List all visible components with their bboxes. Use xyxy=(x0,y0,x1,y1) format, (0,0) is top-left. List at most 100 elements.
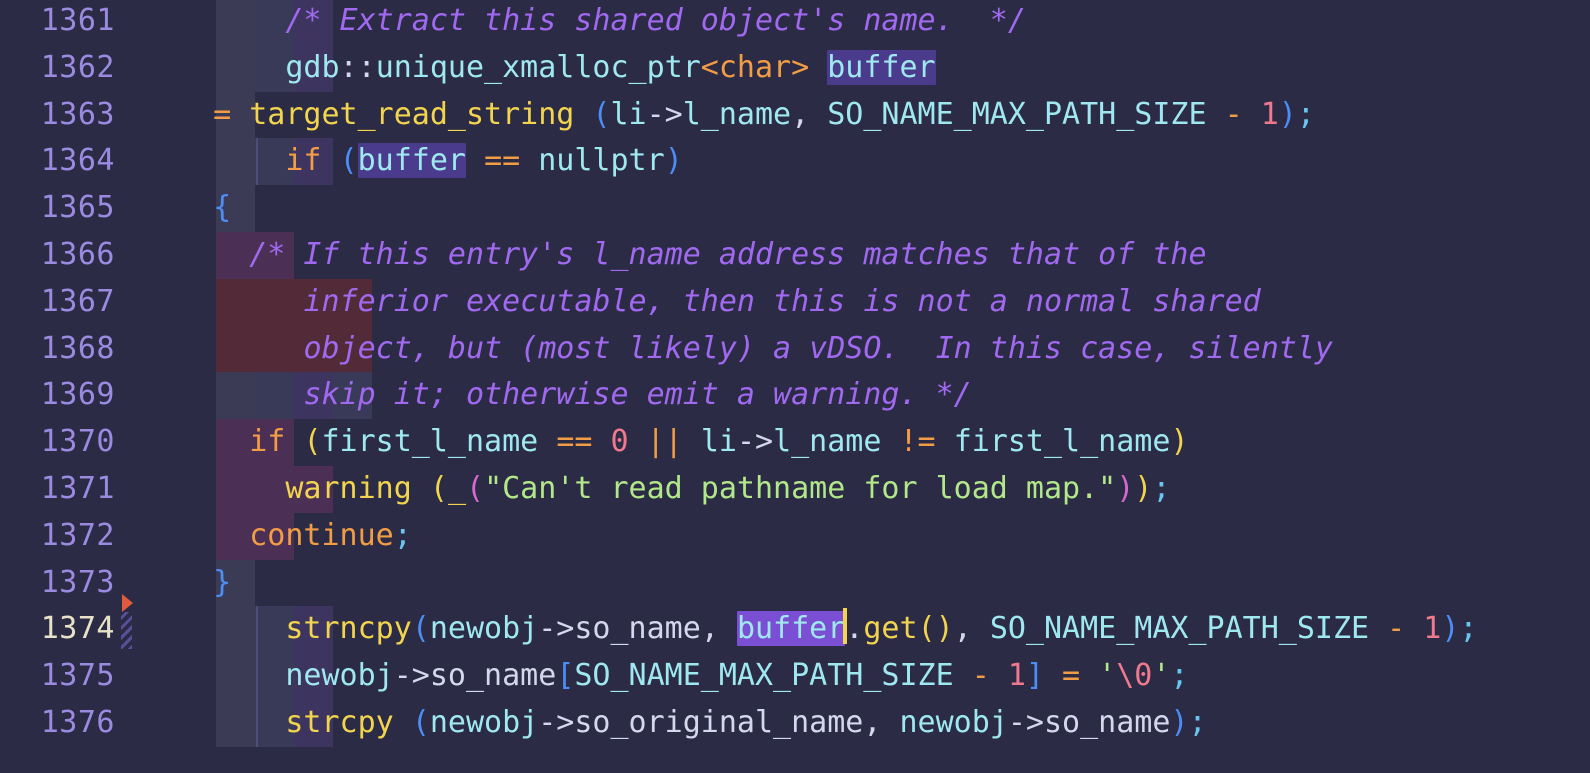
code-line[interactable]: { xyxy=(177,185,231,232)
line-number[interactable]: 1366 xyxy=(0,232,115,279)
code-line[interactable]: /* Extract this shared object's name. */ xyxy=(177,0,1026,45)
line-number[interactable]: 1367 xyxy=(0,279,115,326)
code-token: char xyxy=(718,49,792,85)
line-number[interactable]: 1369 xyxy=(0,372,115,419)
code-token: so_name xyxy=(1043,705,1171,740)
code-token: :: xyxy=(339,49,376,85)
line-number[interactable]: 1364 xyxy=(0,138,115,185)
code-line[interactable]: /* If this entry's l_name address matche… xyxy=(177,232,1207,279)
line-number[interactable]: 1365 xyxy=(0,185,115,232)
code-token: ; xyxy=(1152,471,1171,506)
code-token: != xyxy=(899,424,936,460)
code-token: 1 xyxy=(1007,658,1026,694)
code-token: = xyxy=(1062,658,1081,694)
code-token: ' xyxy=(1152,658,1171,694)
code-editor[interactable]: /* Extract this shared object's name. */… xyxy=(0,0,1590,773)
code-token: target_read_string xyxy=(249,96,575,132)
line-number[interactable]: 1368 xyxy=(0,326,115,373)
code-token: if xyxy=(285,143,322,179)
code-line[interactable]: strcpy (newobj->so_original_name, newobj… xyxy=(177,700,1207,747)
code-token: if xyxy=(249,424,286,460)
code-token: ( xyxy=(339,143,358,179)
triangle-right-icon[interactable] xyxy=(122,594,133,613)
line-number[interactable]: 1375 xyxy=(0,653,115,700)
code-token: > xyxy=(791,49,810,85)
code-line[interactable]: if (first_l_name == 0 || li->l_name != f… xyxy=(177,419,1189,466)
code-token: \0 xyxy=(1116,658,1153,694)
code-token: "Can't read pathname for load map." xyxy=(484,471,1117,506)
line-number[interactable]: 1376 xyxy=(0,700,115,747)
code-token: -> xyxy=(646,96,683,132)
code-token: SO_NAME_MAX_PATH_SIZE xyxy=(574,658,954,694)
code-line[interactable]: } xyxy=(177,560,231,607)
occurrence-highlight: buffer xyxy=(827,49,936,85)
code-token: ) xyxy=(1170,424,1189,460)
line-number[interactable]: 1371 xyxy=(0,466,115,513)
code-token: ; xyxy=(1188,705,1207,740)
code-token: = xyxy=(213,96,232,132)
code-token: /* If this entry's l_name address matche… xyxy=(249,237,1207,272)
code-token: ) xyxy=(664,143,683,179)
diagonal-hatch-bar-icon[interactable] xyxy=(121,612,132,650)
code-token: ( xyxy=(303,424,322,460)
code-token: -> xyxy=(393,658,430,694)
code-line[interactable]: strncpy(newobj->so_name, buffer.get(), S… xyxy=(177,606,1477,653)
code-token: } xyxy=(213,564,232,600)
line-number[interactable]: 1361 xyxy=(0,0,115,45)
code-line[interactable]: inferior executable, then this is not a … xyxy=(177,279,1260,326)
line-number[interactable]: 1373 xyxy=(0,560,115,607)
code-line[interactable]: newobj->so_name[SO_NAME_MAX_PATH_SIZE - … xyxy=(177,653,1188,700)
code-token: ' xyxy=(1098,658,1117,694)
line-number[interactable]: 1370 xyxy=(0,419,115,466)
code-line[interactable]: if (buffer == nullptr) xyxy=(177,138,683,185)
editor-gutter[interactable]: 1361 1362 1363 1364 1365 1366 1367 1368 1369 1370… xyxy=(0,0,177,773)
code-line[interactable]: object, but (most likely) a vDSO. In thi… xyxy=(177,326,1333,373)
code-token: warning xyxy=(285,471,412,506)
code-line[interactable]: gdb::unique_xmalloc_ptr<char> buffer xyxy=(177,45,936,92)
code-token: newobj xyxy=(429,611,539,647)
code-line[interactable]: warning (_("Can't read pathname for load… xyxy=(177,466,1170,513)
code-token: || xyxy=(646,424,683,460)
code-token: strcpy xyxy=(285,705,394,740)
code-token: l_name xyxy=(682,96,792,132)
code-token: { xyxy=(213,190,232,226)
line-number[interactable]: 1374 xyxy=(0,606,115,653)
code-token: l_name xyxy=(773,424,882,460)
code-token: skip it; otherwise emit a warning. */ xyxy=(303,377,972,413)
code-token: ( xyxy=(429,471,448,506)
code-token: newobj xyxy=(899,705,1008,740)
code-token: [ xyxy=(556,658,575,694)
code-line[interactable]: continue; xyxy=(177,513,412,560)
line-number[interactable]: 1362 xyxy=(0,45,115,92)
code-line[interactable]: skip it; otherwise emit a warning. */ xyxy=(177,372,972,419)
code-text-area[interactable]: /* Extract this shared object's name. */… xyxy=(177,0,1590,773)
code-token: first_l_name xyxy=(321,424,539,460)
code-token: newobj xyxy=(429,705,539,740)
code-token: 0 xyxy=(610,424,629,460)
code-line[interactable]: = target_read_string (li->l_name, SO_NAM… xyxy=(177,92,1315,139)
code-token: - xyxy=(1387,611,1406,647)
code-token: newobj xyxy=(285,658,394,694)
line-number[interactable]: 1363 xyxy=(0,92,115,139)
code-token: 1 xyxy=(1260,96,1279,132)
code-token: ] xyxy=(1025,658,1044,694)
code-token: ( xyxy=(917,611,936,647)
code-token: -> xyxy=(538,611,575,647)
line-number[interactable]: 1372 xyxy=(0,513,115,560)
